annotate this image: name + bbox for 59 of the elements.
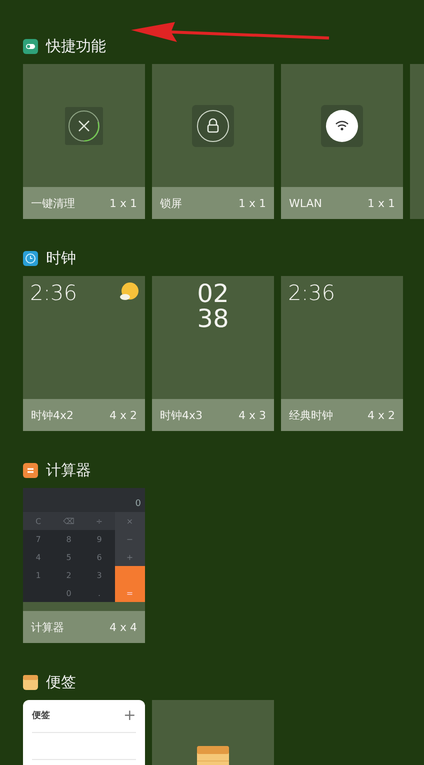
calculator-key: 0 xyxy=(54,584,84,602)
calculator-key: 5 xyxy=(54,548,84,566)
notes-widget[interactable]: 便签 + xyxy=(23,700,145,765)
clock-hours: 02 xyxy=(197,281,229,306)
widget-name: 时钟4x3 xyxy=(160,408,203,422)
widget-name: WLAN xyxy=(289,196,322,210)
calculator-key: . xyxy=(84,584,114,602)
toggle-icon xyxy=(23,38,38,54)
widget-tile[interactable]: 02 38 时钟4x3 4 x 3 xyxy=(152,276,274,431)
widget-tile[interactable]: 2:36 经典时钟 4 x 2 xyxy=(281,276,403,431)
calculator-key: 9 xyxy=(84,530,114,548)
add-note-button[interactable]: + xyxy=(123,706,136,724)
notepad-icon xyxy=(23,674,38,690)
widget-size: 1 x 1 xyxy=(368,196,395,210)
section-title: 计算器 xyxy=(46,460,91,480)
calculator-key: C xyxy=(23,512,54,530)
widget-name: 经典时钟 xyxy=(289,408,333,422)
calculator-key: 6 xyxy=(84,548,114,566)
widget-tile[interactable]: WLAN 1 x 1 xyxy=(281,64,403,219)
calculator-key: + xyxy=(114,548,145,566)
widget-name: 时钟4x2 xyxy=(31,408,74,422)
widget-size: 1 x 1 xyxy=(238,196,266,210)
calculator-display: 0 xyxy=(135,499,141,509)
calculator-key: 3 xyxy=(84,566,114,584)
widget-size: 4 x 3 xyxy=(238,408,266,422)
clock-minutes: 38 xyxy=(197,306,229,331)
weather-icon xyxy=(119,282,139,302)
wifi-icon xyxy=(321,104,363,146)
section-title: 快捷功能 xyxy=(46,36,106,56)
widget-size: 1 x 1 xyxy=(110,196,137,210)
section-title: 时钟 xyxy=(46,248,76,268)
calculator-key: 4 xyxy=(23,548,54,566)
widget-tile[interactable]: 一键清理 1 x 1 xyxy=(23,64,145,219)
widget-size: 4 x 4 xyxy=(110,620,137,634)
widget-tile[interactable]: 0 C ⌫ ÷ 7 8 9 4 5 6 1 2 3 0 . × − + = 计算器 4 x 4 xyxy=(23,488,145,643)
section-title: 便签 xyxy=(46,672,76,692)
widget-name: 一键清理 xyxy=(31,196,75,210)
widget-size: 4 x 2 xyxy=(110,408,137,422)
calculator-key: ÷ xyxy=(84,512,114,530)
widget-name: 计算器 xyxy=(31,620,64,634)
calculator-key: ⌫ xyxy=(54,512,84,530)
calculator-key: = xyxy=(114,566,145,602)
calculator-key: × xyxy=(114,512,145,530)
calculator-key: 7 xyxy=(23,530,54,548)
calculator-key: 8 xyxy=(54,530,84,548)
calculator-icon xyxy=(23,462,38,478)
calculator-key: 1 xyxy=(23,566,54,584)
clock-icon xyxy=(23,250,38,266)
calculator-key: − xyxy=(114,530,145,548)
clock-time: 2:36 xyxy=(30,282,78,306)
calculator-key: 2 xyxy=(54,566,84,584)
lock-icon xyxy=(192,104,234,146)
widget-tile[interactable]: 2:36 时钟4x2 4 x 2 xyxy=(23,276,145,431)
notes-title: 便签 xyxy=(32,710,50,722)
close-icon xyxy=(65,106,103,144)
widget-size: 4 x 2 xyxy=(368,408,395,422)
widget-tile[interactable]: 锁屏 1 x 1 xyxy=(152,64,274,219)
clock-time: 2:36 xyxy=(288,282,336,306)
widget-name: 锁屏 xyxy=(160,196,182,210)
